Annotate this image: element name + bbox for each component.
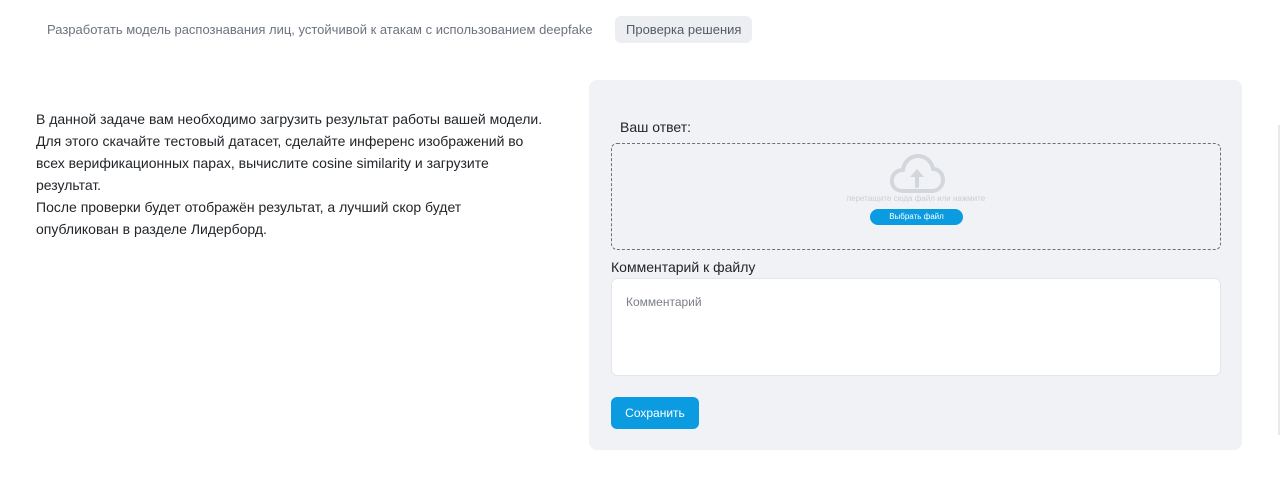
answer-label: Ваш ответ: <box>620 119 692 135</box>
comment-label: Комментарий к файлу <box>611 259 756 275</box>
description-line: В данной задаче вам необходимо загрузить… <box>36 111 543 127</box>
task-description: В данной задаче вам необходимо загрузить… <box>36 108 581 240</box>
choose-file-button[interactable]: Выбрать файл <box>870 209 963 225</box>
file-dropzone[interactable]: перетащите сюда файл или нажмите Выбрать… <box>611 143 1221 250</box>
cloud-upload-icon <box>889 154 945 193</box>
save-button[interactable]: Сохранить <box>611 397 699 429</box>
description-line: всех верификационных парах, вычислите co… <box>36 155 489 171</box>
description-line: опубликован в разделе Лидерборд. <box>36 221 267 237</box>
tab-task-title[interactable]: Разработать модель распознавания лиц, ус… <box>36 16 604 43</box>
dropzone-hint: перетащите сюда файл или нажмите <box>846 194 986 203</box>
description-line: результат. <box>36 177 102 193</box>
comment-input[interactable] <box>611 278 1221 376</box>
answer-panel: Ваш ответ: перетащите сюда файл или нажм… <box>589 80 1242 450</box>
description-line: После проверки будет отображён результат… <box>36 199 462 215</box>
tab-solution-check[interactable]: Проверка решения <box>615 16 753 43</box>
description-line: Для этого скачайте тестовый датасет, сде… <box>36 133 524 149</box>
